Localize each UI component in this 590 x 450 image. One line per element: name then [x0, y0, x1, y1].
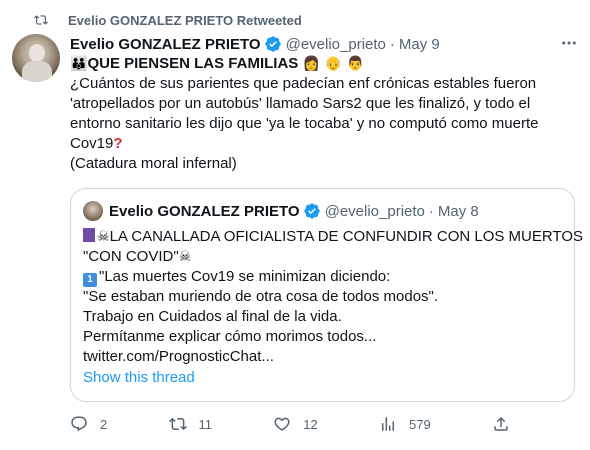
retweet-count: 11: [198, 416, 213, 432]
quoted-tweet-date: May 8: [437, 202, 479, 220]
verified-badge-icon: [264, 36, 281, 52]
quoted-line-1: LA CANALLADA OFICIALISTA DE CONFUNDIR CO…: [109, 228, 584, 245]
tweet-line-1: ¿Cuántos de sus parientes que padecían e…: [70, 75, 537, 92]
retweet-button[interactable]: 11: [168, 415, 213, 433]
tweet: Evelio GONZALEZ PRIETO @evelio_prieto · …: [70, 32, 580, 174]
share-icon: [494, 416, 508, 431]
skull-crossbones-icon: ☠: [178, 249, 192, 265]
author-name[interactable]: Evelio GONZALEZ PRIETO: [70, 36, 261, 53]
red-question-mark-icon: ?: [113, 135, 123, 152]
quoted-tweet-text: ☠LA CANALLADA OFICIALISTA DE CONFUNDIR C…: [83, 227, 583, 367]
quoted-line-2: "CON COVID": [83, 248, 179, 265]
tweet-line-3: entorno sanitario les dijo que 'ya le to…: [70, 115, 539, 132]
quoted-author-name: Evelio GONZALEZ PRIETO: [109, 202, 300, 220]
person-emoji-icon: 👩 👴 👨: [298, 56, 364, 72]
keycap-one-icon: 1: [83, 273, 97, 287]
show-thread-link[interactable]: Show this thread: [83, 369, 195, 386]
quoted-line-5: Trabajo en Cuidados al final de la vida.: [83, 308, 342, 325]
author-handle[interactable]: @evelio_prieto: [286, 36, 386, 53]
reply-count: 2: [100, 416, 108, 432]
quoted-tweet-header: Evelio GONZALEZ PRIETO @evelio_prieto · …: [83, 201, 479, 221]
quoted-avatar: [83, 201, 103, 221]
quoted-line-6: Permítanme explicar cómo morimos todos..…: [83, 328, 377, 345]
retweet-label[interactable]: Evelio GONZALEZ PRIETO Retweeted: [68, 13, 302, 28]
heart-icon: [274, 417, 290, 431]
tweet-line-2: 'atropellados por un autobús' llamado Sa…: [70, 95, 531, 112]
quoted-author-handle: @evelio_prieto: [324, 202, 425, 220]
retweet-icon: [34, 15, 48, 25]
tweet-line-5: (Catadura moral infernal): [70, 155, 237, 172]
separator-dot: ·: [389, 35, 395, 53]
view-count: 579: [409, 416, 431, 432]
like-count: 12: [303, 416, 318, 432]
tweet-text: 👪QUE PIENSEN LAS FAMILIAS 👩 👴 👨 ¿Cuántos…: [70, 54, 580, 174]
tweet-date[interactable]: May 9: [399, 36, 440, 53]
tweet-line-4: Cov19: [70, 135, 114, 152]
tweet-heading: QUE PIENSEN LAS FAMILIAS: [87, 55, 299, 72]
verified-badge-icon: [303, 203, 320, 219]
quoted-line-4: "Se estaban muriendo de otra cosa de tod…: [83, 288, 439, 305]
retweet-indicator: Evelio GONZALEZ PRIETO Retweeted: [34, 8, 302, 32]
action-bar: 2 11 12 579: [70, 412, 510, 436]
bookmark-emoji-icon: [83, 228, 95, 242]
family-emoji-icon: 👪: [70, 56, 88, 72]
more-options-icon[interactable]: [560, 34, 578, 52]
separator-dot: ·: [428, 202, 434, 220]
skull-crossbones-icon: ☠: [97, 229, 110, 245]
retweet-icon: [168, 417, 187, 431]
quoted-line-3: "Las muertes Cov19 se minimizan diciendo…: [99, 268, 391, 285]
quoted-tweet[interactable]: Evelio GONZALEZ PRIETO @evelio_prieto · …: [70, 188, 583, 402]
share-button[interactable]: [492, 415, 510, 433]
avatar[interactable]: [12, 34, 60, 82]
tweet-header: Evelio GONZALEZ PRIETO @evelio_prieto · …: [70, 32, 580, 56]
views-chart-icon: [382, 417, 394, 431]
reply-icon: [71, 416, 87, 432]
like-button[interactable]: 12: [273, 415, 318, 433]
quoted-link[interactable]: twitter.com/PrognosticChat...: [83, 347, 568, 367]
reply-button[interactable]: 2: [70, 415, 107, 433]
views-button[interactable]: 579: [379, 415, 431, 433]
